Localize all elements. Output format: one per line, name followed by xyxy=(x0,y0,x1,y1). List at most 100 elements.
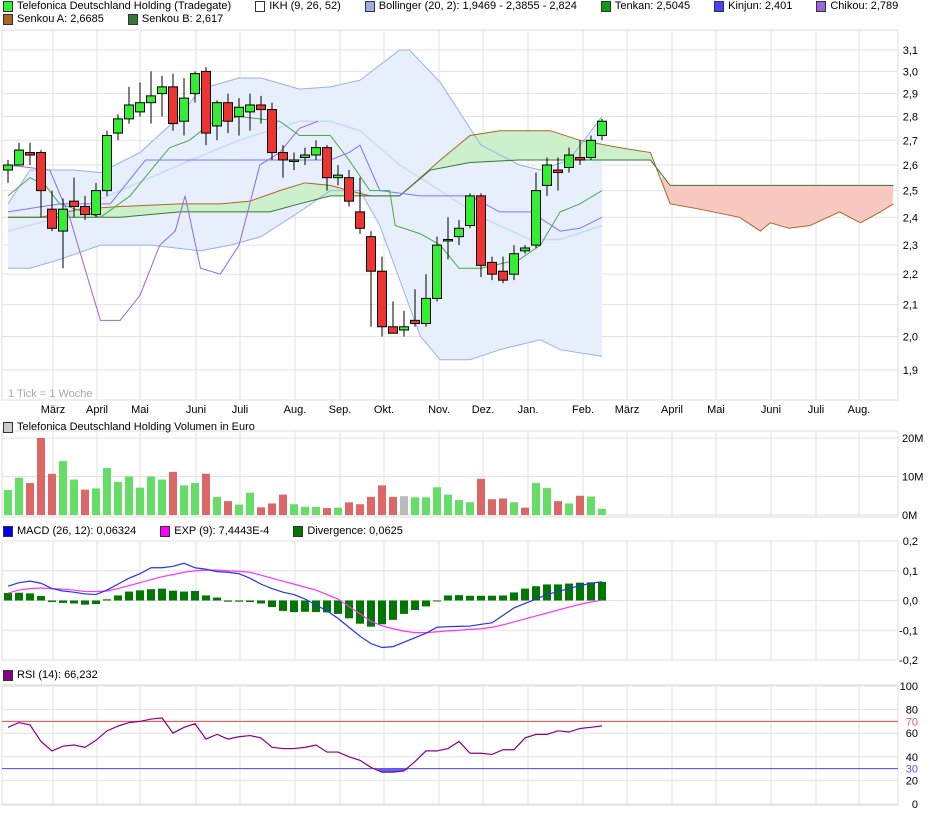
volume-bar xyxy=(400,496,408,515)
x-tick-label: Juli xyxy=(232,404,249,416)
volume-bar xyxy=(444,494,452,515)
legend-swatch xyxy=(816,1,827,12)
candle-body xyxy=(212,102,222,127)
divergence-bar xyxy=(499,595,507,601)
volume-bar xyxy=(26,483,34,515)
divergence-bar xyxy=(15,592,23,601)
y-tick-label: 2,6 xyxy=(903,160,918,172)
candle-body xyxy=(322,147,332,179)
volume-bar xyxy=(180,485,188,515)
divergence-bar xyxy=(246,600,254,602)
volume-bar xyxy=(290,504,298,515)
y-tick-label: 2,8 xyxy=(903,112,918,124)
divergence-bar xyxy=(488,595,496,601)
x-tick-label: Okt. xyxy=(374,404,394,416)
volume-bar xyxy=(125,476,133,515)
y-tick-label: 3,1 xyxy=(903,45,918,57)
candle-body xyxy=(300,154,310,158)
volume-bar xyxy=(257,507,265,515)
divergence-bar xyxy=(466,595,474,601)
candle-body xyxy=(102,134,112,192)
legend-label: Divergence: 0,0625 xyxy=(307,525,403,537)
divergence-bar xyxy=(510,592,518,601)
legend-label: Telefonica Deutschland Holding (Tradegat… xyxy=(17,0,232,12)
candle xyxy=(465,193,475,229)
candle xyxy=(476,193,486,278)
candle-body xyxy=(278,152,288,161)
volume-bar xyxy=(147,476,155,515)
y-tick-label: 2,9 xyxy=(903,89,918,101)
candle-body xyxy=(58,208,68,232)
divergence-bar xyxy=(389,600,397,620)
volume-bar xyxy=(466,502,474,515)
divergence-bar xyxy=(103,599,111,601)
divergence-bar xyxy=(268,600,276,608)
divergence-bar xyxy=(444,595,452,601)
divergence-bar xyxy=(433,600,441,602)
volume-bar xyxy=(576,495,584,515)
x-tick-label: April xyxy=(661,404,683,416)
x-tick-label: Jan. xyxy=(518,404,539,416)
volume-bar xyxy=(224,501,232,515)
legend-swatch xyxy=(3,14,13,25)
candle-body xyxy=(25,152,35,156)
legend-item-bollinger: Bollinger (20, 2): 1,9469 - 2,3855 - 2,8… xyxy=(364,0,577,13)
candle xyxy=(432,236,442,302)
volume-bar xyxy=(543,488,551,515)
y-tick-label: -0,1 xyxy=(899,625,918,637)
divergence-bar xyxy=(378,600,386,625)
volume-bar xyxy=(510,502,518,515)
candle-body xyxy=(234,106,244,118)
y-tick-label: 0 xyxy=(912,799,918,811)
y-tick-label: 100 xyxy=(900,681,918,693)
legend-item-kijun: Kinjun: 2,401 xyxy=(714,0,792,13)
candle-body xyxy=(432,244,442,299)
divergence-bar xyxy=(257,600,265,604)
candle-body xyxy=(333,174,343,179)
divergence-bar xyxy=(4,593,12,601)
candle-body xyxy=(465,195,475,227)
volume-bar xyxy=(455,499,463,515)
divergence-bar xyxy=(136,590,144,601)
volume-bar xyxy=(323,508,331,515)
divergence-bar xyxy=(37,596,45,601)
candle-body xyxy=(542,164,552,186)
divergence-bar xyxy=(70,600,78,604)
divergence-bar xyxy=(455,595,463,601)
candle-body xyxy=(575,156,585,161)
candle-body xyxy=(311,147,321,156)
y-tick-label: 2,3 xyxy=(903,240,918,252)
volume-bar xyxy=(356,504,364,515)
legend-label: EXP (9): 7,4443E-4 xyxy=(174,525,270,537)
panel-frame xyxy=(1,684,899,806)
candle xyxy=(201,67,211,146)
y-tick-label: 30 xyxy=(906,764,918,776)
volume-bar xyxy=(411,497,419,515)
volume-bar xyxy=(191,483,199,515)
main-legend: Telefonica Deutschland Holding (Tradegat… xyxy=(3,0,922,13)
candle-body xyxy=(245,104,255,113)
legend-label: RSI (14): 66,232 xyxy=(17,669,98,681)
volume-bar xyxy=(213,496,221,515)
candle-body xyxy=(179,97,189,122)
y-tick-label: 2,4 xyxy=(903,212,918,224)
candle-body xyxy=(443,238,453,242)
divergence-bar xyxy=(213,597,221,601)
volume-bar xyxy=(477,478,485,515)
y-tick-label: 0,0 xyxy=(903,596,918,608)
y-tick-label: 20 xyxy=(906,775,918,787)
candle-body xyxy=(520,247,530,252)
candle-body xyxy=(80,206,90,216)
legend-swatch xyxy=(364,1,375,12)
legend-label: Kinjun: 2,401 xyxy=(728,0,793,12)
volume-bar xyxy=(158,479,166,515)
volume-bar xyxy=(268,503,276,515)
candle-body xyxy=(168,86,178,125)
volume-bar xyxy=(301,506,309,515)
divergence-bar xyxy=(48,600,56,602)
volume-bar xyxy=(422,497,430,515)
volume-bar xyxy=(554,501,562,515)
legend-label: Chikou: 2,789 xyxy=(830,0,899,12)
candle-body xyxy=(366,236,376,272)
legend-item-ikh: IKH (9, 26, 52) xyxy=(255,0,341,13)
